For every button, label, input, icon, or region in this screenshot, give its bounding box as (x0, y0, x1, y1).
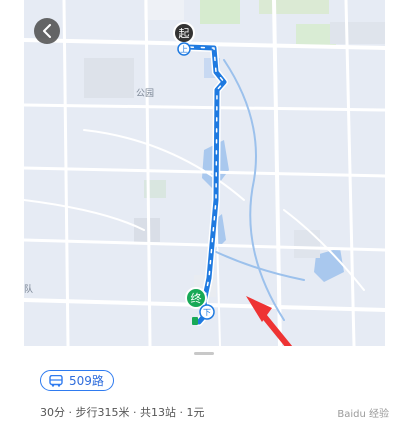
alight-stop-label: 下 (203, 308, 211, 317)
bus-line-chip[interactable]: 509路 (40, 370, 114, 391)
route-map[interactable]: 起 上 终 下 公园 队 (24, 0, 385, 346)
back-button[interactable] (34, 18, 60, 44)
chevron-left-icon (43, 24, 51, 38)
bus-icon (49, 374, 63, 387)
bus-line-name: 509路 (69, 374, 104, 388)
place-label: 队 (24, 283, 33, 295)
end-marker-label: 终 (191, 291, 202, 305)
place-label: 公园 (136, 88, 154, 99)
board-stop-label: 上 (180, 45, 188, 54)
route-summary: 30分 · 步行315米 · 共13站 · 1元 (40, 406, 205, 419)
start-marker-label: 起 (179, 27, 190, 40)
route-detail-sheet[interactable]: 509路 30分 · 步行315米 · 共13站 · 1元 (24, 346, 385, 426)
map-canvas: 起 上 终 下 公园 队 (24, 0, 385, 346)
drag-handle[interactable] (194, 352, 214, 355)
watermark: Baidu 经验 (337, 409, 389, 420)
destination-pin-icon (192, 317, 198, 325)
